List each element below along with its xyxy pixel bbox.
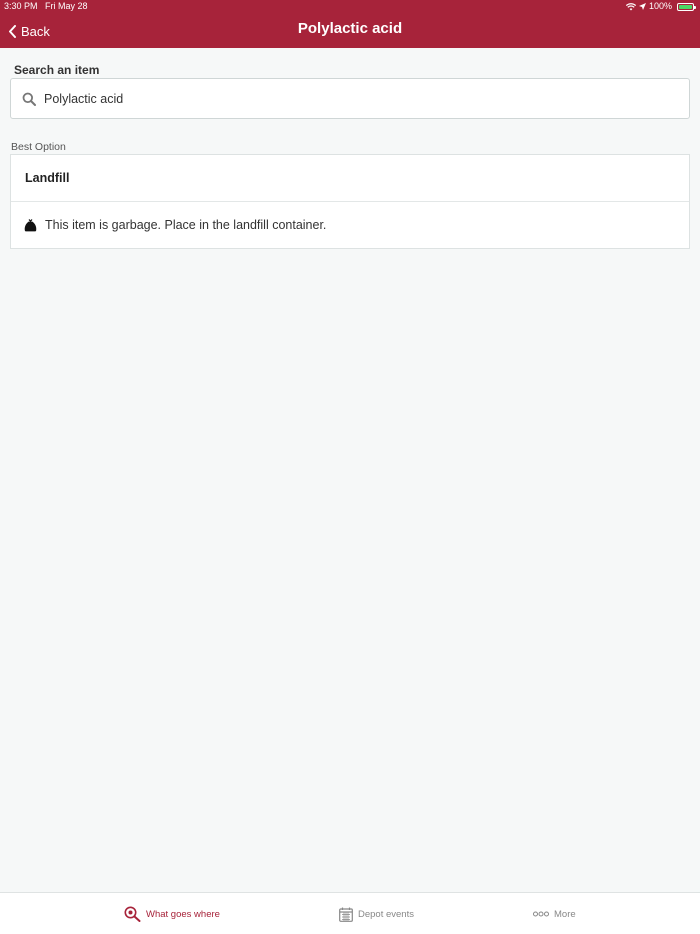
search-input[interactable] bbox=[44, 91, 644, 106]
result-description: This item is garbage. Place in the landf… bbox=[45, 218, 327, 232]
app-header: 3:30 PM Fri May 28 100% Back Polylactic … bbox=[0, 0, 700, 48]
tab-label: What goes where bbox=[146, 908, 220, 920]
search-box[interactable] bbox=[10, 78, 690, 119]
result-description-row: This item is garbage. Place in the landf… bbox=[11, 202, 689, 248]
search-label: Search an item bbox=[14, 63, 100, 77]
tab-label: More bbox=[554, 908, 576, 920]
garbage-bag-icon bbox=[24, 219, 37, 232]
battery-percent: 100% bbox=[648, 1, 672, 11]
calendar-icon bbox=[339, 907, 353, 922]
tab-depot-events[interactable]: Depot events bbox=[339, 893, 414, 934]
tab-more[interactable]: More bbox=[533, 893, 576, 934]
best-option-label: Best Option bbox=[11, 141, 66, 153]
more-dots-icon bbox=[533, 911, 549, 917]
result-title: Landfill bbox=[11, 155, 689, 202]
location-arrow-icon bbox=[638, 3, 646, 10]
search-icon bbox=[124, 906, 141, 922]
page-title: Polylactic acid bbox=[297, 20, 403, 37]
tab-label: Depot events bbox=[358, 908, 414, 920]
tab-bar: What goes where Depot events More bbox=[0, 892, 700, 934]
battery-icon bbox=[677, 2, 696, 11]
wifi-icon bbox=[625, 2, 636, 10]
status-indicators: 100% bbox=[625, 0, 696, 13]
search-icon bbox=[22, 92, 36, 106]
tab-what-goes-where[interactable]: What goes where bbox=[124, 893, 220, 934]
result-card: Landfill This item is garbage. Place in … bbox=[10, 154, 690, 249]
status-date: Fri May 28 bbox=[45, 1, 88, 11]
status-bar: 3:30 PM Fri May 28 100% bbox=[0, 0, 700, 13]
status-time: 3:30 PM bbox=[4, 1, 38, 11]
